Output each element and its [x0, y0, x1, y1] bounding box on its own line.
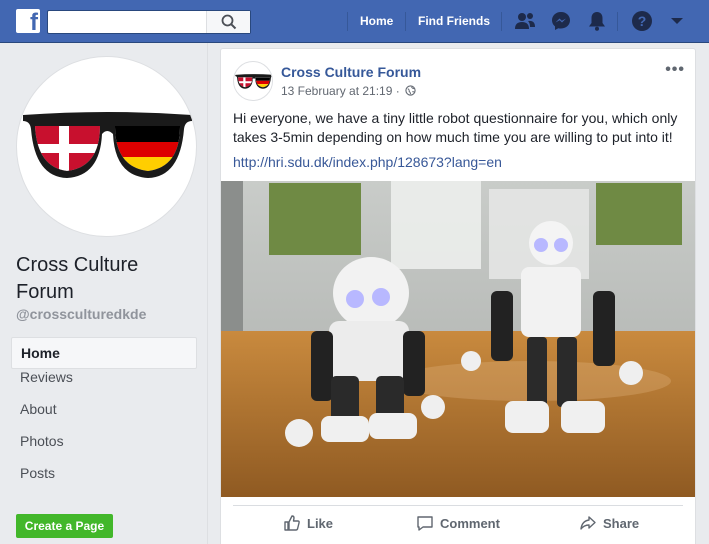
- nav-home-link[interactable]: Home: [360, 14, 393, 28]
- page-title: Cross Culture Forum: [16, 254, 139, 303]
- share-button[interactable]: Share: [579, 514, 639, 532]
- search-box: [47, 10, 251, 34]
- search-icon: [221, 14, 237, 30]
- post-author-avatar[interactable]: [233, 61, 273, 101]
- notifications-icon[interactable]: [586, 10, 608, 32]
- nav-find-friends-link[interactable]: Find Friends: [418, 14, 490, 28]
- post-date-text[interactable]: 13 February at 21:19 ·: [281, 84, 400, 98]
- sidebar-item-about[interactable]: About: [11, 401, 197, 433]
- page-handle[interactable]: @crossculturedkde: [16, 306, 146, 322]
- comment-icon: [417, 516, 433, 531]
- share-icon: [580, 516, 596, 530]
- like-icon: [284, 515, 300, 531]
- comment-button[interactable]: Comment: [416, 514, 500, 532]
- friend-requests-icon[interactable]: [513, 10, 537, 32]
- profile-picture[interactable]: [16, 56, 197, 237]
- glasses-flags-logo: [23, 112, 192, 178]
- share-label: Share: [603, 515, 640, 531]
- post-actions-bar: Like Comment Share: [233, 505, 683, 541]
- post-author-name[interactable]: Cross Culture Forum: [281, 64, 421, 80]
- sidebar-item-reviews[interactable]: Reviews: [11, 369, 197, 401]
- post-link[interactable]: http://hri.sdu.dk/index.php/128673?lang=…: [233, 154, 502, 170]
- account-menu-icon[interactable]: [670, 16, 684, 26]
- create-page-button[interactable]: Create a Page: [16, 514, 113, 538]
- nav-separator: [347, 12, 348, 31]
- messenger-icon[interactable]: [550, 10, 572, 32]
- post-options-icon[interactable]: •••: [665, 61, 685, 79]
- sidebar-item-posts[interactable]: Posts: [11, 465, 197, 497]
- comment-label: Comment: [440, 515, 500, 531]
- like-button[interactable]: Like: [283, 514, 333, 532]
- search-input[interactable]: [48, 11, 206, 33]
- like-label: Like: [307, 515, 334, 531]
- svg-text:?: ?: [638, 13, 647, 29]
- feed-post: Cross Culture Forum 13 February at 21:19…: [220, 48, 696, 544]
- top-navigation-bar: f Home Find Friends ?: [0, 0, 709, 43]
- post-timestamp[interactable]: 13 February at 21:19 ·: [281, 84, 416, 98]
- sidebar-item-home[interactable]: Home: [11, 337, 197, 369]
- search-button[interactable]: [206, 11, 250, 33]
- nav-separator: [501, 12, 502, 31]
- sidebar-item-photos[interactable]: Photos: [11, 433, 197, 465]
- column-divider: [207, 43, 208, 544]
- robots-photo: [221, 181, 695, 497]
- globe-icon: [405, 85, 416, 96]
- post-photo[interactable]: [221, 181, 695, 497]
- post-message: Hi everyone, we have a tiny little robot…: [233, 110, 678, 145]
- glasses-flags-logo: [235, 74, 272, 89]
- help-icon[interactable]: ?: [631, 10, 653, 32]
- facebook-logo[interactable]: f: [16, 9, 40, 33]
- nav-separator: [405, 12, 406, 31]
- page-sidebar-nav: Home Reviews About Photos Posts: [11, 337, 197, 497]
- nav-separator: [617, 12, 618, 31]
